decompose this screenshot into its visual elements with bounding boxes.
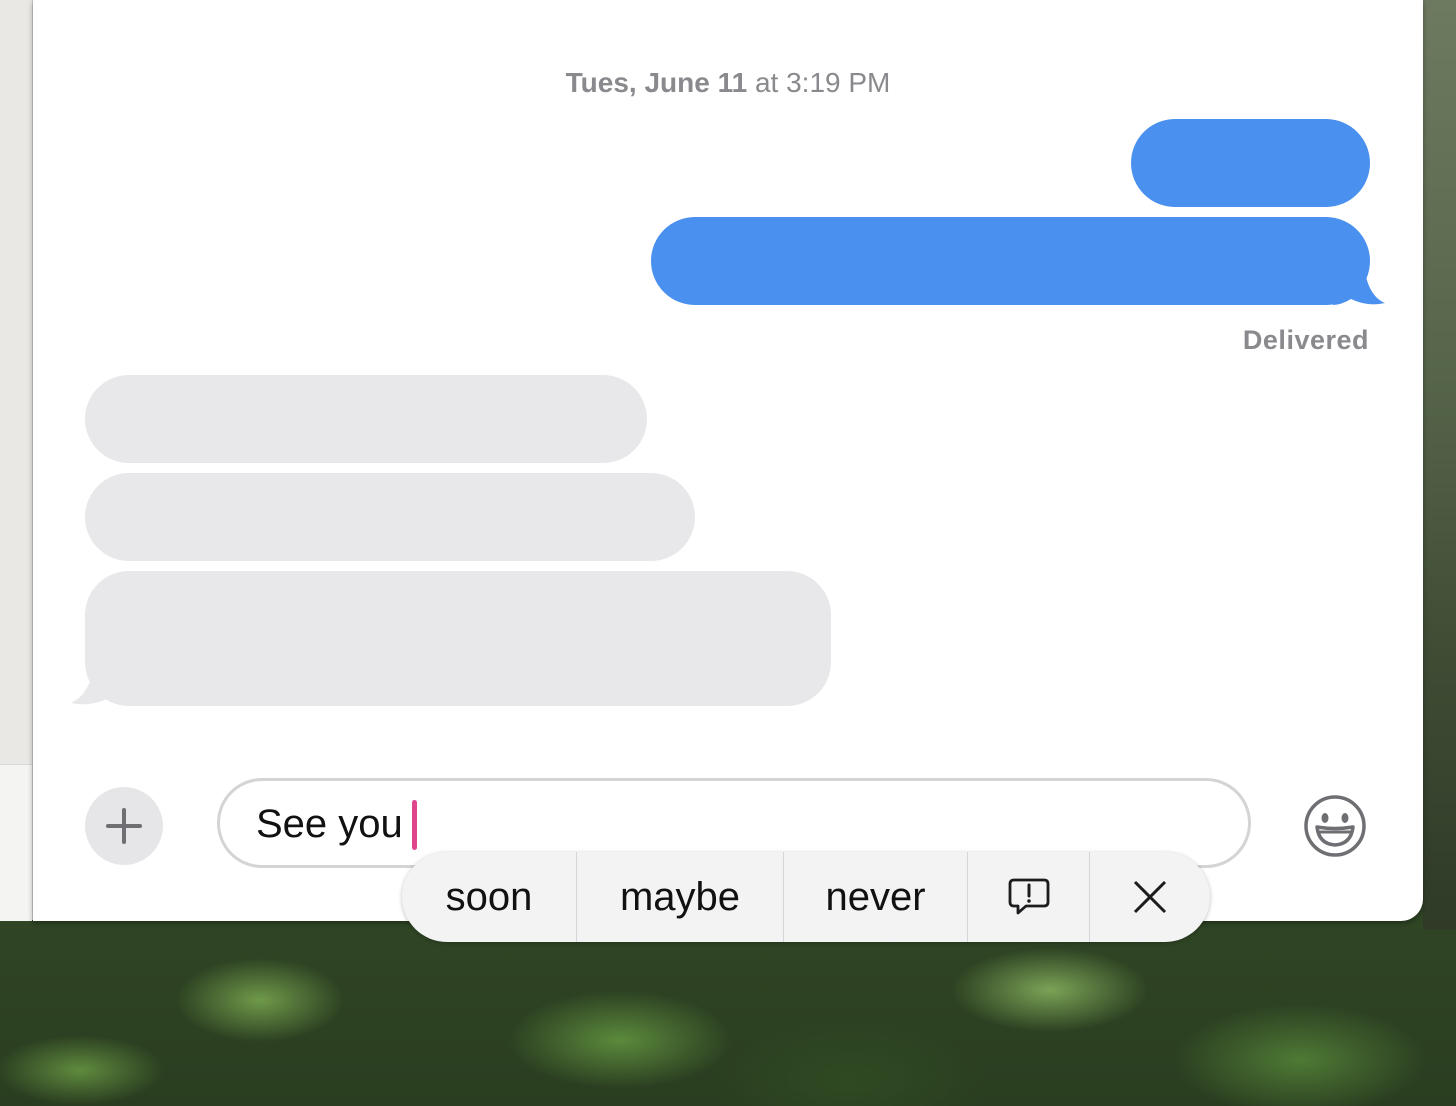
autocomplete-suggestion-bar: soon maybe never [402, 852, 1210, 942]
incoming-bubble-tail [71, 655, 125, 705]
dismiss-suggestions-button[interactable] [1089, 852, 1210, 942]
sidebar-edge-lower [0, 764, 32, 921]
delivered-status: Delivered [1242, 325, 1369, 355]
incoming-message-bubble[interactable] [85, 473, 695, 561]
report-suggestion-button[interactable] [967, 852, 1089, 942]
outgoing-message-bubble[interactable] [1131, 119, 1370, 207]
conversation-timestamp: Tues, June 11 at 3:19 PM [33, 67, 1423, 99]
text-caret [412, 800, 417, 850]
timestamp-time: at 3:19 PM [754, 67, 891, 98]
outgoing-message-bubble[interactable] [651, 217, 1370, 305]
timestamp-day: Tues, June 11 [565, 67, 748, 98]
smiley-icon[interactable] [1303, 794, 1367, 858]
outgoing-bubble-tail [1333, 255, 1385, 305]
suggestion-never[interactable]: never [783, 852, 967, 942]
add-attachment-button[interactable] [85, 787, 163, 865]
suggestion-soon[interactable]: soon [402, 852, 576, 942]
suggestion-maybe[interactable]: maybe [576, 852, 783, 942]
incoming-message-bubble[interactable] [85, 375, 647, 463]
sidebar-edge [0, 0, 33, 921]
incoming-message-bubble[interactable] [85, 571, 831, 706]
speech-bubble-exclamation-icon [1008, 878, 1049, 915]
plus-icon [106, 808, 142, 844]
message-input-value: See you [256, 802, 414, 846]
close-icon [1133, 880, 1167, 914]
messages-window: Tues, June 11 at 3:19 PM Delivered See y… [33, 0, 1423, 921]
desktop-wallpaper-edge [1423, 0, 1456, 930]
